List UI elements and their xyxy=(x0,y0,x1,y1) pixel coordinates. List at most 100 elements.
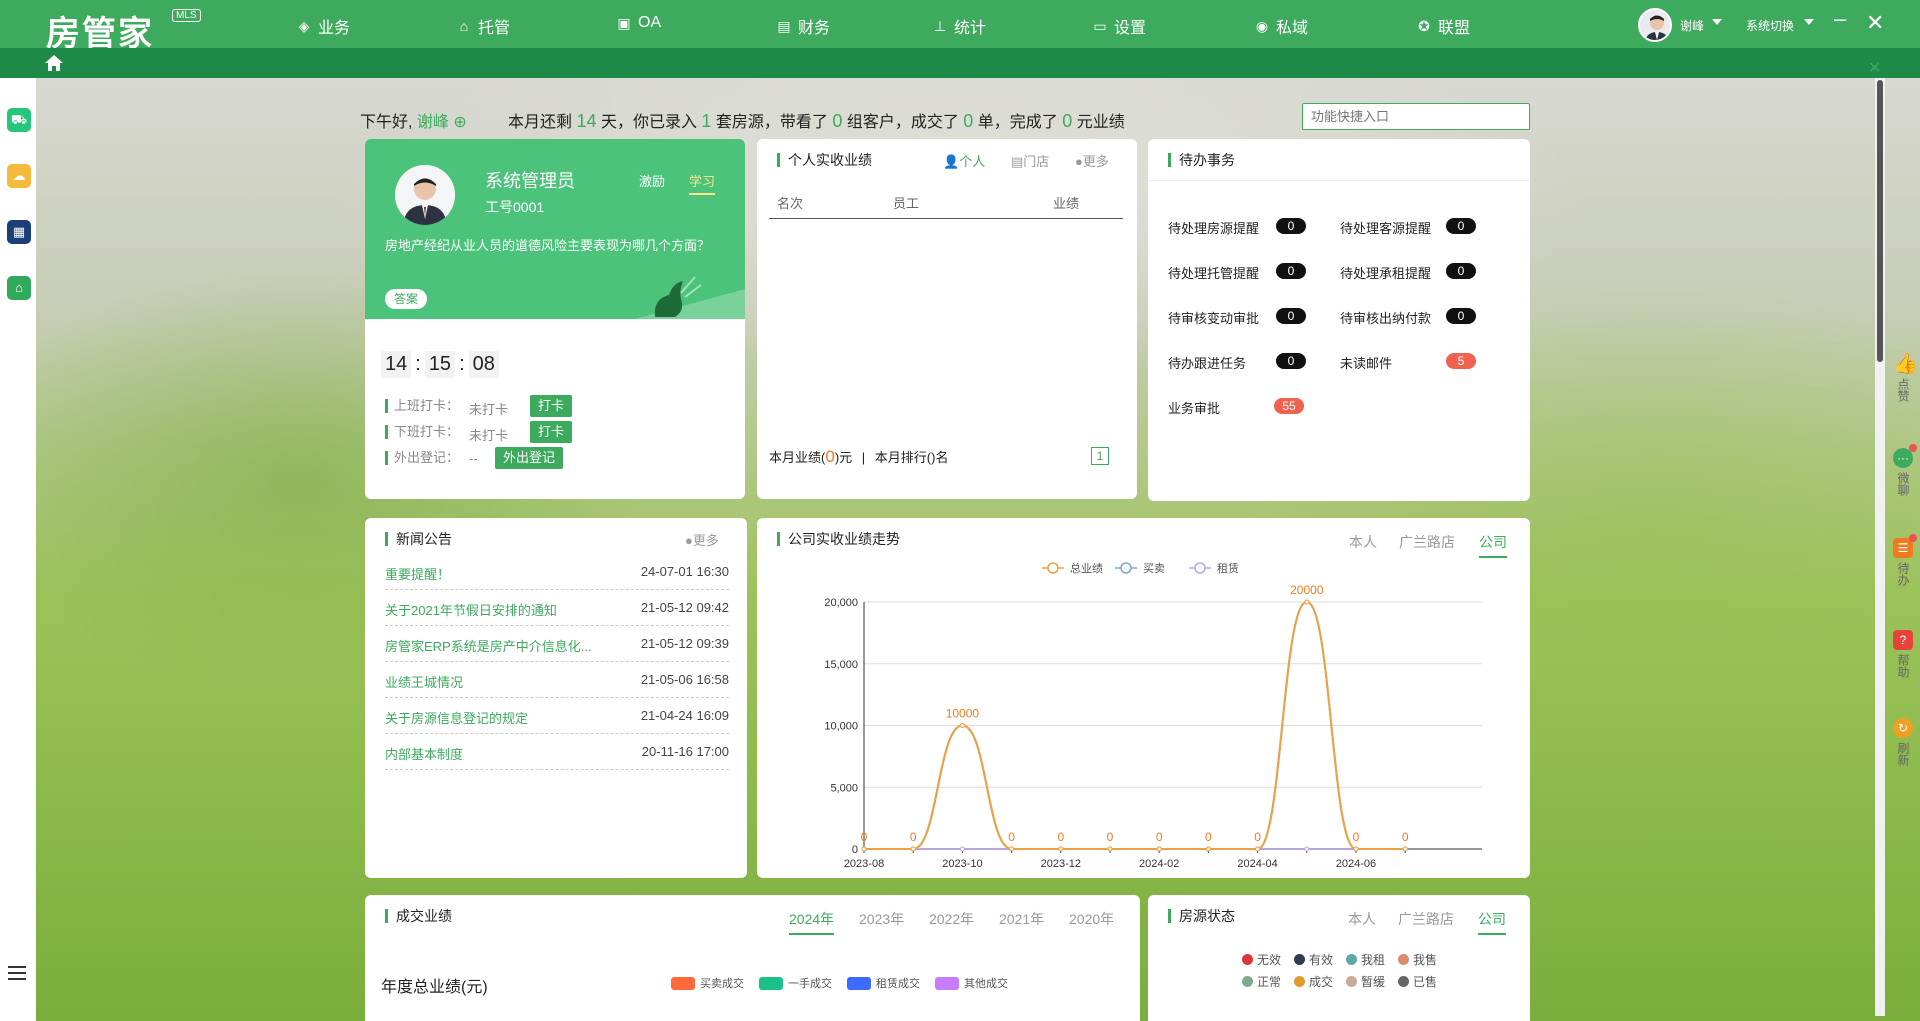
off-duty-punch-button[interactable]: 打卡 xyxy=(530,421,573,443)
x-tick-label: 2023-10 xyxy=(942,858,982,870)
legend-item[interactable]: 已售 xyxy=(1398,973,1437,990)
nav-item-statistics[interactable]: ⊥ 统计 xyxy=(932,14,986,38)
x-tick-label: 2024-04 xyxy=(1237,858,1277,870)
nav-item-alliance[interactable]: ✪ 联盟 xyxy=(1416,14,1470,38)
more-link[interactable]: ●更多 xyxy=(685,530,719,549)
x-tick-label: 2024-02 xyxy=(1139,858,1179,870)
tab-store[interactable]: 广兰路店 xyxy=(1399,532,1455,552)
menu-list-icon[interactable] xyxy=(8,966,26,982)
nav-item-oa[interactable]: ▣ OA xyxy=(616,14,661,32)
todo-item[interactable]: 业务审批 xyxy=(1168,398,1220,417)
todo-badge: 0 xyxy=(1446,263,1476,279)
tab-year-2022[interactable]: 2022年 xyxy=(929,909,974,929)
todo-badge: 0 xyxy=(1446,218,1476,234)
todo-item[interactable]: 待审核变动审批 xyxy=(1168,308,1259,327)
legend-item[interactable]: 正常 xyxy=(1242,973,1281,990)
user-name[interactable]: 谢峰 xyxy=(1680,17,1704,34)
nav-item-finance[interactable]: ▤ 财务 xyxy=(776,14,830,38)
news-row[interactable]: 内部基本制度 20-11-16 17:00 xyxy=(385,734,729,770)
legend-item[interactable]: 暂缓 xyxy=(1346,973,1385,990)
todo-badge: 0 xyxy=(1446,308,1476,324)
card-title: 待办事务 xyxy=(1168,153,1235,167)
quick-entry-input[interactable] xyxy=(1302,103,1530,130)
nav-item-hosting[interactable]: ⌂ 托管 xyxy=(456,14,510,38)
more-link[interactable]: ●更多 xyxy=(1075,151,1109,170)
cloud-icon[interactable]: ☁ xyxy=(7,164,31,188)
legend-item[interactable]: 成交 xyxy=(1294,973,1333,990)
todo-item[interactable]: 待办跟进任务 xyxy=(1168,353,1246,372)
legend-item[interactable]: 我售 xyxy=(1398,951,1437,968)
scrollbar-thumb[interactable] xyxy=(1877,80,1883,362)
nav-item-private[interactable]: ◉ 私域 xyxy=(1254,14,1308,38)
tab-incentive[interactable]: 激励 xyxy=(639,171,665,190)
outing-register-button[interactable]: 外出登记 xyxy=(495,447,564,469)
tab-store[interactable]: ▤门店 xyxy=(1011,151,1049,170)
legend-marker xyxy=(1194,562,1206,574)
close-icon[interactable]: ✕ xyxy=(1866,12,1884,34)
legend-item[interactable]: 我租 xyxy=(1346,951,1385,968)
legend-item[interactable]: 买卖成交 xyxy=(671,975,744,991)
answer-button[interactable]: 答案 xyxy=(385,289,428,309)
left-sidebar: ⛟ ☁ ▦ ⌂ xyxy=(0,78,36,1021)
system-switch[interactable]: 系统切换 xyxy=(1746,17,1794,34)
nav-item-settings[interactable]: ▭ 设置 xyxy=(1092,14,1146,38)
legend-item[interactable]: 无效 xyxy=(1242,951,1281,968)
chat-button[interactable]: ··· 微聊 xyxy=(1886,444,1920,496)
y-tick-label: 20,000 xyxy=(824,597,858,609)
tab-year-2023[interactable]: 2023年 xyxy=(859,909,904,929)
hand-house-icon: ⌂ xyxy=(459,18,469,34)
todo-card: 待办事务 待处理房源提醒 0 待处理客源提醒 0 待处理托管提醒 0 待处理承租… xyxy=(1148,139,1530,501)
todo-badge: 5 xyxy=(1446,353,1476,369)
todo-item[interactable]: 待处理托管提醒 xyxy=(1168,263,1259,282)
tab-study[interactable]: 学习 xyxy=(689,171,716,195)
legend-item[interactable]: 租赁成交 xyxy=(847,975,920,991)
help-button[interactable]: ? 帮助 xyxy=(1886,630,1920,678)
ledger-icon[interactable]: ▦ xyxy=(7,220,31,244)
legend-item[interactable]: 其他成交 xyxy=(935,975,1008,991)
cart-icon[interactable]: ⛟ xyxy=(7,108,31,132)
close-tab-icon[interactable]: ✕ xyxy=(1868,58,1881,78)
news-row[interactable]: 关于房源信息登记的规定 21-04-24 16:09 xyxy=(385,698,729,734)
chevron-down-icon[interactable] xyxy=(1804,19,1814,25)
tab-year-2020[interactable]: 2020年 xyxy=(1069,909,1114,929)
news-row[interactable]: 关于2021年节假日安排的通知 21-05-12 09:42 xyxy=(385,590,729,626)
tab-company[interactable]: 公司 xyxy=(1478,909,1506,935)
todo-item[interactable]: 待处理房源提醒 xyxy=(1168,218,1259,237)
news-row[interactable]: 房管家ERP系统是房产中介信息化... 21-05-12 09:39 xyxy=(385,626,729,662)
news-row[interactable]: 业绩王城情况 21-05-06 16:58 xyxy=(385,662,729,698)
home-icon[interactable] xyxy=(44,54,64,72)
todo-item[interactable]: 未读邮件 xyxy=(1340,353,1392,372)
nav-item-business[interactable]: ◈ 业务 xyxy=(296,14,350,38)
data-point xyxy=(910,846,916,852)
data-label: 0 xyxy=(861,830,868,844)
trend-chart: 0 5,000 10,000 15,000 20,000 2023-08 2023-10 20… xyxy=(824,561,1482,870)
house-cloud-icon[interactable]: ⌂ xyxy=(7,276,31,300)
legend-item[interactable]: 有效 xyxy=(1294,951,1333,968)
user-avatar[interactable] xyxy=(1638,8,1672,42)
todo-item[interactable]: 待处理客源提醒 xyxy=(1340,218,1431,237)
tab-self[interactable]: 本人 xyxy=(1349,532,1377,552)
chevron-down-icon[interactable] xyxy=(1712,19,1722,25)
y-tick-label: 15,000 xyxy=(824,659,858,671)
todo-item[interactable]: 待审核出纳付款 xyxy=(1340,308,1431,327)
greeting-user[interactable]: 谢峰 xyxy=(417,114,449,131)
page-number[interactable]: 1 xyxy=(1091,447,1109,465)
on-duty-punch-button[interactable]: 打卡 xyxy=(530,395,573,417)
like-button[interactable]: 👍 点赞 xyxy=(1886,354,1920,402)
todo-badge: 0 xyxy=(1276,353,1306,369)
todo-button[interactable]: ☰ 待办 xyxy=(1886,534,1920,586)
todo-item[interactable]: 待处理承租提醒 xyxy=(1340,263,1431,282)
tab-year-2024[interactable]: 2024年 xyxy=(789,909,835,935)
tab-self[interactable]: 本人 xyxy=(1348,909,1376,929)
tab-personal[interactable]: 👤个人 xyxy=(943,151,985,170)
monitor-icon: ▭ xyxy=(1093,18,1107,34)
legend-item[interactable]: 一手成交 xyxy=(759,975,832,991)
refresh-button[interactable]: ↻ 刷新 xyxy=(1886,718,1920,766)
data-point xyxy=(1009,846,1015,852)
add-circle-icon[interactable]: ⊕ xyxy=(453,114,466,131)
tab-store[interactable]: 广兰路店 xyxy=(1398,909,1454,929)
tab-year-2021[interactable]: 2021年 xyxy=(999,909,1044,929)
news-row[interactable]: 重要提醒！ 24-07-01 16:30 xyxy=(385,554,729,590)
minimize-icon[interactable]: – xyxy=(1834,8,1846,30)
data-label: 0 xyxy=(1254,830,1261,844)
